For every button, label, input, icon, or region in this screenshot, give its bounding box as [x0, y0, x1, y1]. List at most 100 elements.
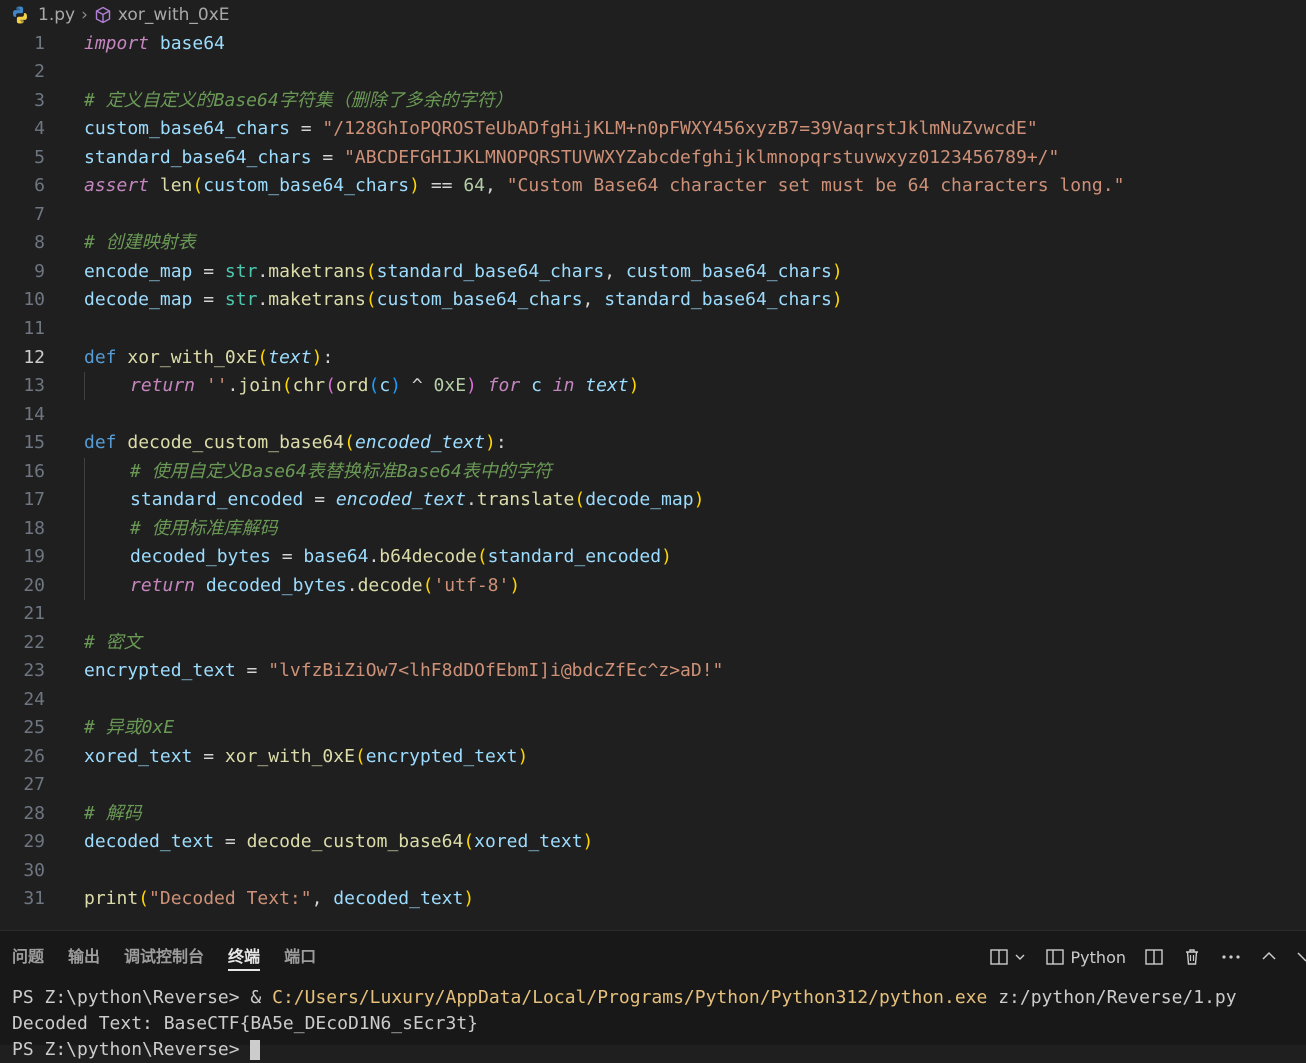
function-name: chr	[292, 375, 326, 396]
split-layout-icon	[989, 949, 1008, 965]
variable: c	[520, 375, 542, 396]
class-name: str	[224, 289, 258, 310]
class-name: str	[224, 261, 258, 282]
code-line: 25 # 异或0xE	[0, 714, 1306, 742]
variable: encrypted_text	[84, 660, 236, 681]
terminal-shell-selector[interactable]: Python	[1045, 947, 1126, 967]
line-number: 2	[34, 61, 45, 82]
code-line: 8 # 创建映射表	[0, 229, 1306, 257]
code-line: 3 # 定义自定义的Base64字符集（删除了多余的字符）	[0, 87, 1306, 115]
code-editor[interactable]: 1 import base64 2 3 # 定义自定义的Base64字符集（删除了多…	[0, 30, 1306, 930]
line-number: 18	[23, 518, 45, 539]
parameter: text	[268, 347, 312, 368]
code-line: 17 standard_encoded = encoded_text.transl…	[0, 486, 1306, 514]
argument: custom_base64_chars	[376, 289, 583, 310]
function-name: maketrans	[268, 261, 366, 282]
line-number: 16	[23, 461, 45, 482]
paren: )	[390, 375, 401, 396]
paren: (	[476, 546, 488, 567]
string: 'utf-8'	[433, 575, 510, 596]
line-number: 31	[23, 888, 45, 909]
line-number: 4	[34, 118, 45, 139]
line-number: 10	[23, 289, 45, 310]
comma: ,	[604, 261, 626, 282]
keyword: import	[84, 33, 150, 54]
maximize-panel-button[interactable]	[1260, 948, 1278, 966]
kill-terminal-button[interactable]	[1182, 947, 1202, 967]
breadcrumb-file-label: 1.py	[38, 5, 76, 25]
variable: encode_map	[84, 261, 193, 282]
close-panel-button[interactable]	[1296, 948, 1306, 966]
operator: =	[192, 261, 225, 282]
tab-output[interactable]: 输出	[56, 931, 112, 983]
code-line: 21	[0, 600, 1306, 628]
code-line: 28 # 解码	[0, 800, 1306, 828]
code-line: 20 return decoded_bytes.decode('utf-8')	[0, 572, 1306, 600]
new-terminal-dropdown[interactable]	[989, 947, 1027, 967]
variable: decoded_bytes	[130, 546, 271, 567]
line-number: 28	[23, 803, 45, 824]
breadcrumb-file[interactable]: 1.py	[10, 5, 75, 25]
operator: =	[289, 118, 323, 139]
tab-terminal[interactable]: 终端	[216, 931, 272, 983]
dot: .	[465, 489, 477, 510]
code-line: 15 def decode_custom_base64(encoded_text)…	[0, 429, 1306, 457]
paren: (	[368, 375, 380, 396]
function-name: join	[238, 375, 282, 396]
paren: (	[257, 347, 269, 368]
tab-ports[interactable]: 端口	[272, 931, 328, 983]
split-terminal-button[interactable]	[1144, 947, 1164, 967]
function-name: b64decode	[379, 546, 477, 567]
shell-label: Python	[1070, 947, 1126, 967]
operator: =	[192, 289, 225, 310]
paren: )	[484, 432, 496, 453]
operator: =	[214, 831, 247, 852]
code-line: 14	[0, 401, 1306, 429]
line-number: 9	[34, 261, 45, 282]
keyword: for	[476, 375, 521, 396]
code-line: 6 assert len(custom_base64_chars) == 64, …	[0, 172, 1306, 200]
paren: )	[517, 746, 529, 767]
operator: =	[270, 546, 304, 567]
function-name: xor_with_0xE	[224, 746, 355, 767]
comment: # 使用标准库解码	[130, 518, 278, 539]
tab-problems[interactable]: 问题	[0, 931, 56, 983]
argument: xored_text	[474, 831, 583, 852]
code-line: 7	[0, 201, 1306, 229]
keyword: return	[130, 575, 196, 596]
keyword: def	[84, 347, 117, 368]
paren: (	[138, 888, 150, 909]
chevron-up-icon	[1262, 951, 1276, 960]
terminal-output[interactable]: PS Z:\python\Reverse> & C:/Users/Luxury/…	[12, 985, 1237, 1063]
code-line: 24	[0, 686, 1306, 714]
code-line: 31 print("Decoded Text:", decoded_text)	[0, 885, 1306, 913]
line-number: 21	[23, 603, 45, 624]
function-name: decode_custom_base64	[246, 831, 464, 852]
terminal-panel-icon	[1045, 949, 1064, 965]
code-line: 9 encode_map = str.maketrans(standard_bas…	[0, 258, 1306, 286]
dot: .	[346, 575, 358, 596]
line-number: 5	[34, 147, 45, 168]
paren: )	[463, 888, 475, 909]
paren: (	[325, 375, 336, 396]
tab-debug-console[interactable]: 调试控制台	[112, 931, 216, 983]
paren: )	[582, 831, 594, 852]
code-line: 27	[0, 771, 1306, 799]
code-line: 26 xored_text = xor_with_0xE(encrypted_te…	[0, 743, 1306, 771]
line-number: 1	[34, 33, 45, 54]
variable: custom_base64_chars	[203, 175, 410, 196]
line-number: 26	[23, 746, 45, 767]
string: "/128GhIoPQROSTeUbADfgHijKLM+n0pFWXY456x…	[322, 118, 1038, 139]
method-cube-icon	[95, 6, 111, 24]
line-number: 15	[23, 432, 45, 453]
keyword: return	[130, 375, 196, 396]
terminal-prompt: PS Z:\python\Reverse>	[12, 1039, 251, 1060]
paren: )	[509, 575, 521, 596]
terminal-command-op: &	[250, 987, 273, 1008]
variable: custom_base64_chars	[84, 118, 290, 139]
code-line: 11	[0, 315, 1306, 343]
string: "ABCDEFGHIJKLMNOPQRSTUVWXYZabcdefghijklm…	[344, 147, 1060, 168]
more-actions-button[interactable]	[1220, 947, 1242, 967]
breadcrumb-symbol[interactable]: xor_with_0xE	[94, 5, 230, 25]
comma: ,	[582, 289, 605, 310]
